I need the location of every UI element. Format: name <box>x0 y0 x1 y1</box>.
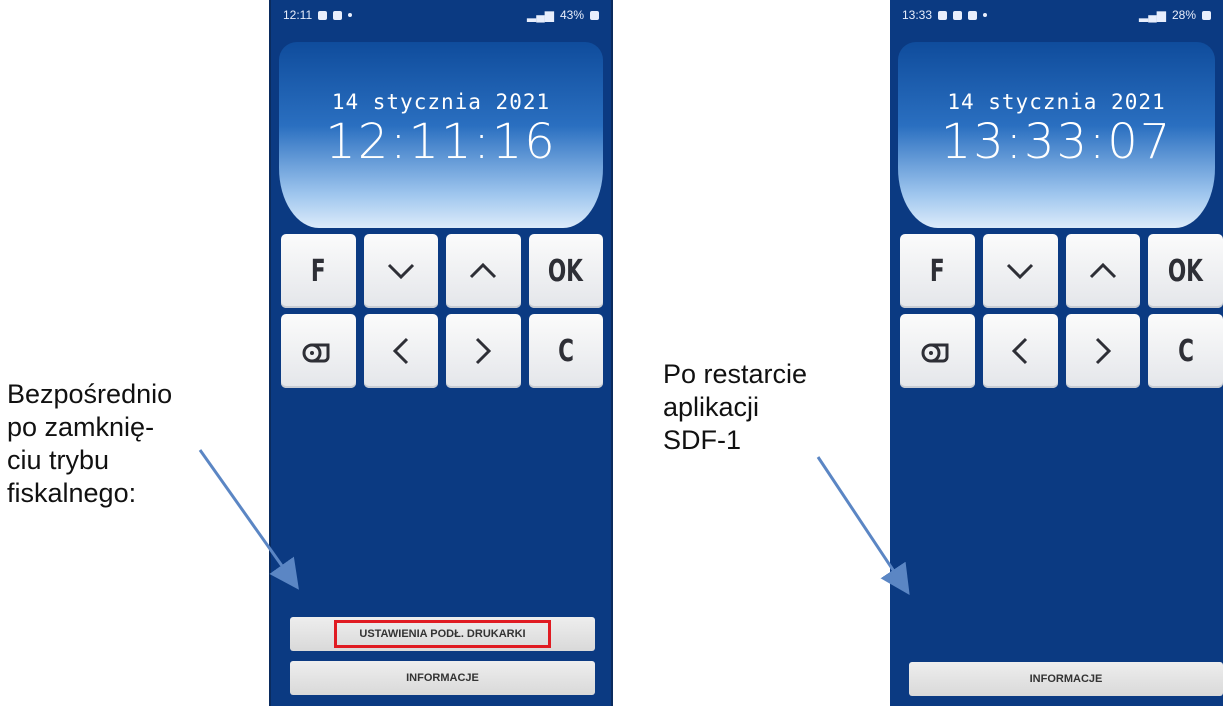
chevron-right-icon <box>476 337 492 365</box>
paper-roll-icon <box>302 343 330 363</box>
status-bar: 13:33 ▂▄▆ 28% <box>890 0 1223 30</box>
chevron-left-icon <box>392 337 408 365</box>
date-display: 14 stycznia 2021 <box>331 90 551 114</box>
key-f[interactable]: F <box>900 234 975 308</box>
key-down[interactable] <box>363 234 438 308</box>
battery-percent: 28% <box>1171 8 1196 22</box>
key-left[interactable] <box>982 314 1058 388</box>
chevron-left-icon <box>1012 337 1028 365</box>
info-label: INFORMACJE <box>406 672 479 684</box>
phone-screen-after: 13:33 ▂▄▆ 28% 14 stycznia 2021 13:33:07 … <box>890 0 1223 706</box>
status-bar: 12:11 ▂▄▆ 43% <box>271 0 611 30</box>
status-time: 13:33 <box>902 8 933 22</box>
paper-roll-icon <box>921 343 949 363</box>
clock-panel: 14 stycznia 2021 13:33:07 <box>898 42 1215 228</box>
notification-icon <box>968 10 978 20</box>
printer-settings-button[interactable]: USTAWIENIA PODŁ. DRUKARKI <box>290 617 595 651</box>
caption-after: Po restarcie aplikacji SDF-1 <box>663 359 808 455</box>
battery-icon <box>590 10 599 20</box>
clock-panel: 14 stycznia 2021 12:11:16 <box>279 42 603 228</box>
time-display: 13:33:07 <box>940 114 1173 170</box>
key-up[interactable] <box>446 234 521 308</box>
notification-icon <box>938 10 948 20</box>
key-c[interactable]: C <box>528 314 603 388</box>
key-c[interactable]: C <box>1148 314 1223 388</box>
key-ok[interactable]: OK <box>528 234 603 308</box>
notification-icon <box>953 10 963 20</box>
key-right[interactable] <box>1065 314 1141 388</box>
status-time: 12:11 <box>283 8 313 22</box>
key-left[interactable] <box>363 314 438 388</box>
chevron-right-icon <box>1095 337 1111 365</box>
date-display: 14 stycznia 2021 <box>947 90 1166 114</box>
key-up[interactable] <box>1065 234 1141 308</box>
chevron-down-icon <box>387 263 414 280</box>
key-f[interactable]: F <box>281 234 356 308</box>
key-paper-feed[interactable] <box>281 314 356 388</box>
notification-icon <box>333 10 343 20</box>
notification-icon <box>318 10 328 20</box>
key-paper-feed[interactable] <box>900 314 975 388</box>
chevron-up-icon <box>1089 262 1116 279</box>
more-notifications-icon <box>983 13 988 17</box>
signal-icon: ▂▄▆ <box>527 8 554 22</box>
time-display: 12:11:16 <box>325 114 557 170</box>
info-button[interactable]: INFORMACJE <box>290 661 595 695</box>
phone-screen-before: 12:11 ▂▄▆ 43% 14 stycznia 2021 12:11:16 … <box>269 0 613 706</box>
keypad: F OK C <box>900 234 1223 388</box>
signal-icon: ▂▄▆ <box>1139 8 1166 22</box>
key-down[interactable] <box>982 234 1058 308</box>
highlight-box: USTAWIENIA PODŁ. DRUKARKI <box>334 620 551 648</box>
battery-percent: 43% <box>559 8 584 22</box>
caption-before: Bezpośrednio po zamknię- ciu trybu fiska… <box>7 379 173 508</box>
chevron-up-icon <box>470 262 497 279</box>
printer-settings-label: USTAWIENIA PODŁ. DRUKARKI <box>359 628 526 640</box>
keypad: F OK C <box>281 234 603 388</box>
info-button[interactable]: INFORMACJE <box>909 662 1223 696</box>
battery-icon <box>1202 10 1211 20</box>
info-label: INFORMACJE <box>1029 673 1103 685</box>
more-notifications-icon <box>348 13 353 17</box>
key-ok[interactable]: OK <box>1148 234 1223 308</box>
key-right[interactable] <box>446 314 521 388</box>
chevron-down-icon <box>1007 263 1034 280</box>
